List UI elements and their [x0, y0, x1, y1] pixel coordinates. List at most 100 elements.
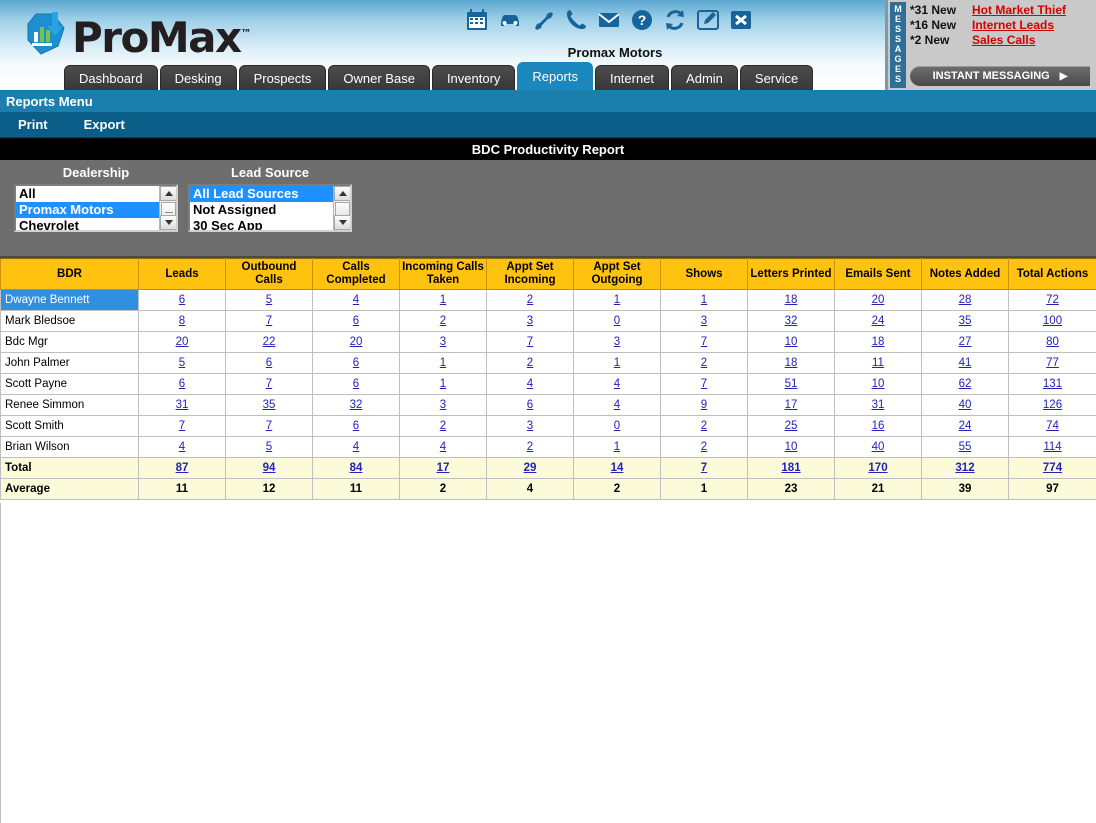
export-button[interactable]: Export — [66, 117, 143, 132]
table-row[interactable]: Mark Bledsoe 8 7 6 2 3 0 3 32 24 35 100 — [0, 310, 1096, 332]
cell-outbound-calls[interactable]: 5 — [225, 289, 313, 311]
cell-notes-added[interactable]: 28 — [921, 289, 1009, 311]
cell-notes-added[interactable]: 40 — [921, 394, 1009, 416]
cell-appt-set-incoming[interactable]: 2 — [486, 436, 574, 458]
table-row[interactable]: Scott Smith 7 7 6 2 3 0 2 25 16 24 74 — [0, 415, 1096, 437]
cell-link[interactable]: 1 — [614, 441, 620, 453]
cell-appt-set-outgoing[interactable]: 1 — [573, 352, 661, 374]
cell-shows[interactable]: 7 — [660, 331, 748, 353]
cell-link[interactable]: 1 — [614, 294, 620, 306]
column-header-incoming-calls-taken[interactable]: Incoming Calls Taken — [399, 258, 487, 290]
column-header-letters-printed[interactable]: Letters Printed — [747, 258, 835, 290]
cell-leads[interactable]: 31 — [138, 394, 226, 416]
cell-link[interactable]: 114 — [1043, 441, 1061, 453]
cell-total-total-actions[interactable]: 774 — [1008, 457, 1096, 479]
cell-link[interactable]: 4 — [440, 441, 446, 453]
cell-link[interactable]: 2 — [440, 420, 446, 432]
cell-appt-set-incoming[interactable]: 7 — [486, 331, 574, 353]
cell-bdr-name[interactable]: John Palmer — [0, 352, 139, 374]
cell-appt-set-outgoing[interactable]: 0 — [573, 415, 661, 437]
cell-total-incoming-calls-taken[interactable]: 17 — [399, 457, 487, 479]
cell-appt-set-incoming[interactable]: 2 — [486, 352, 574, 374]
cell-emails-sent[interactable]: 11 — [834, 352, 922, 374]
cell-incoming-calls-taken[interactable]: 2 — [399, 310, 487, 332]
cell-link[interactable]: 28 — [959, 294, 972, 306]
cell-notes-added[interactable]: 55 — [921, 436, 1009, 458]
cell-link[interactable]: 7 — [701, 378, 707, 390]
column-header-calls-completed[interactable]: Calls Completed — [312, 258, 400, 290]
cell-letters-printed[interactable]: 10 — [747, 331, 835, 353]
cell-total-actions[interactable]: 100 — [1008, 310, 1096, 332]
cell-link[interactable]: 20 — [872, 294, 885, 306]
cell-letters-printed[interactable]: 32 — [747, 310, 835, 332]
cell-total-actions[interactable]: 80 — [1008, 331, 1096, 353]
cell-link[interactable]: 24 — [872, 315, 885, 327]
message-link-hot-market-thief[interactable]: Hot Market Thief — [972, 3, 1066, 17]
cell-emails-sent[interactable]: 31 — [834, 394, 922, 416]
cell-link[interactable]: 94 — [263, 462, 276, 474]
cell-emails-sent[interactable]: 10 — [834, 373, 922, 395]
cell-incoming-calls-taken[interactable]: 3 — [399, 394, 487, 416]
cell-link[interactable]: 2 — [440, 315, 446, 327]
cell-link[interactable]: 31 — [872, 399, 885, 411]
cell-total-calls-completed[interactable]: 84 — [312, 457, 400, 479]
cell-total-leads[interactable]: 87 — [138, 457, 226, 479]
cell-appt-set-outgoing[interactable]: 0 — [573, 310, 661, 332]
cell-link[interactable]: 51 — [785, 378, 798, 390]
cell-link[interactable]: 1 — [701, 294, 707, 306]
cell-link[interactable]: 4 — [353, 294, 359, 306]
cell-total-actions[interactable]: 72 — [1008, 289, 1096, 311]
cell-link[interactable]: 35 — [263, 399, 276, 411]
cell-shows[interactable]: 7 — [660, 373, 748, 395]
cell-notes-added[interactable]: 27 — [921, 331, 1009, 353]
refresh-icon[interactable] — [663, 8, 687, 32]
print-button[interactable]: Print — [0, 117, 66, 132]
cell-appt-set-outgoing[interactable]: 3 — [573, 331, 661, 353]
cell-bdr-name[interactable]: Bdc Mgr — [0, 331, 139, 353]
cell-link[interactable]: 17 — [437, 462, 450, 474]
cell-link[interactable]: 2 — [527, 357, 533, 369]
cell-link[interactable]: 4 — [527, 378, 533, 390]
cell-incoming-calls-taken[interactable]: 1 — [399, 289, 487, 311]
column-header-appt-set-outgoing[interactable]: Appt Set Outgoing — [573, 258, 661, 290]
calendar-icon[interactable] — [465, 8, 489, 32]
cell-emails-sent[interactable]: 24 — [834, 310, 922, 332]
cell-link[interactable]: 5 — [266, 294, 272, 306]
cell-calls-completed[interactable]: 6 — [312, 310, 400, 332]
column-header-appt-set-incoming[interactable]: Appt Set Incoming — [486, 258, 574, 290]
cell-shows[interactable]: 9 — [660, 394, 748, 416]
cell-link[interactable]: 1 — [614, 357, 620, 369]
cell-link[interactable]: 4 — [353, 441, 359, 453]
cell-total-shows[interactable]: 7 — [660, 457, 748, 479]
lead-source-option-all-lead-sources[interactable]: All Lead Sources — [190, 186, 333, 202]
cell-letters-printed[interactable]: 18 — [747, 352, 835, 374]
dealership-option-chevrolet[interactable]: Chevrolet — [16, 218, 159, 230]
cell-link[interactable]: 6 — [527, 399, 533, 411]
cell-outbound-calls[interactable]: 7 — [225, 310, 313, 332]
cell-link[interactable]: 131 — [1043, 378, 1062, 390]
cell-link[interactable]: 5 — [266, 441, 272, 453]
cell-link[interactable]: 20 — [350, 336, 363, 348]
cell-shows[interactable]: 2 — [660, 436, 748, 458]
cell-calls-completed[interactable]: 6 — [312, 352, 400, 374]
cell-leads[interactable]: 6 — [138, 373, 226, 395]
car-icon[interactable] — [498, 8, 522, 32]
cell-link[interactable]: 35 — [959, 315, 972, 327]
cell-link[interactable]: 18 — [785, 294, 798, 306]
cell-calls-completed[interactable]: 6 — [312, 415, 400, 437]
cell-link[interactable]: 29 — [524, 462, 537, 474]
cell-link[interactable]: 7 — [179, 420, 185, 432]
cell-bdr-name[interactable]: Scott Smith — [0, 415, 139, 437]
cell-link[interactable]: 24 — [959, 420, 972, 432]
cell-link[interactable]: 6 — [179, 378, 185, 390]
cell-link[interactable]: 11 — [872, 357, 884, 369]
cell-link[interactable]: 6 — [179, 294, 185, 306]
cell-link[interactable]: 80 — [1046, 336, 1059, 348]
cell-link[interactable]: 7 — [701, 336, 707, 348]
cell-link[interactable]: 32 — [350, 399, 363, 411]
cell-link[interactable]: 7 — [266, 378, 272, 390]
cell-link[interactable]: 20 — [176, 336, 189, 348]
cell-link[interactable]: 16 — [872, 420, 885, 432]
cell-letters-printed[interactable]: 51 — [747, 373, 835, 395]
cell-link[interactable]: 6 — [353, 357, 359, 369]
